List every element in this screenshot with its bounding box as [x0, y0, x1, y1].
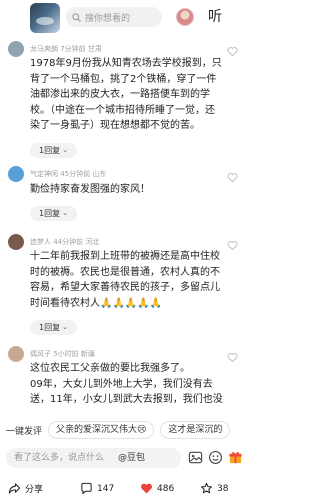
quick-reply-chip[interactable]: 父亲的爱深沉又伟大😢 — [48, 421, 155, 439]
share-button[interactable]: 分享 — [8, 482, 43, 495]
comment-bubble-icon — [81, 482, 92, 495]
favorites-count: 38 — [217, 483, 229, 494]
star-icon — [200, 482, 213, 494]
comment-input[interactable]: 看了这么多，说点什么 @豆包 — [6, 448, 181, 468]
listen-button[interactable]: 听 — [208, 6, 222, 26]
comment-text: 这位农民工父亲做的要比我强多了。 09年，大女儿到外地上大学，我们没有去 送，1… — [30, 363, 223, 405]
commenter-avatar[interactable] — [8, 166, 24, 182]
chevron-down-icon: ⌄ — [62, 146, 68, 154]
top-bar: 搜你想看的 听 — [0, 0, 248, 34]
comment-meta: 龙马爽朗 7分钟前 甘肃 — [30, 45, 102, 53]
quick-reply-bar: 一键发评 父亲的爱深沉又伟大😢 这才是深沉的 — [0, 420, 248, 440]
emoji-icon[interactable] — [208, 450, 223, 465]
comment-input-placeholder: 看了这么多，说点什么 — [14, 453, 105, 463]
commenter-avatar[interactable] — [8, 346, 24, 362]
bottom-action-bar: 分享 147 486 38 — [0, 478, 248, 500]
quick-reply-chip[interactable]: 这才是深沉的 — [160, 421, 231, 439]
favorite-button[interactable]: 38 — [200, 482, 228, 495]
comments-button[interactable]: 147 — [80, 482, 114, 495]
search-placeholder: 搜你想看的 — [85, 13, 131, 24]
search-icon — [72, 12, 81, 22]
view-replies-button[interactable]: 1回复 ⌄ — [30, 143, 77, 158]
doubao-assistant-icon[interactable] — [176, 8, 194, 26]
commenter-avatar[interactable] — [8, 41, 24, 57]
comment-text: 1978年9月份我从知青农场去学校报到，只 背了一个马桶包，挑了2个铁桶，穿了一… — [30, 58, 222, 131]
comment-meta: 气定神闲 45分钟前 山东 — [30, 170, 107, 178]
chevron-down-icon: ⌄ — [62, 323, 68, 331]
search-box[interactable]: 搜你想看的 — [66, 7, 162, 27]
one-tap-comment-button[interactable]: 一键发评 — [6, 424, 42, 437]
gift-icon[interactable] — [228, 450, 243, 465]
share-label: 分享 — [25, 485, 44, 495]
comment-input-bar: 看了这么多，说点什么 @豆包 — [0, 446, 248, 470]
mention-doubao[interactable]: @豆包 — [118, 448, 145, 468]
view-replies-button[interactable]: 1回复 ⌄ — [30, 320, 77, 335]
account-avatar[interactable] — [30, 3, 60, 33]
commenter-avatar[interactable] — [8, 234, 24, 250]
comment-meta: 偶风子 5小时前 新疆 — [30, 350, 95, 358]
chevron-down-icon: ⌄ — [62, 209, 68, 217]
comment-text: 勤俭持家奋发图强的家风！ — [30, 184, 150, 195]
like-button[interactable]: 486 — [140, 482, 174, 495]
share-icon — [8, 483, 21, 494]
likes-count: 486 — [157, 483, 175, 494]
image-icon[interactable] — [188, 450, 203, 465]
heart-filled-icon — [141, 483, 152, 494]
comment-text: 十二年前我报到上班带的被褥还是高中住校 时的被褥。农民也是很普通，农村人真的不 … — [30, 251, 220, 309]
view-replies-button[interactable]: 1回复 ⌄ — [30, 206, 77, 221]
comment-meta: 追梦人 44分钟前 河北 — [30, 238, 100, 246]
comments-count: 147 — [97, 483, 115, 494]
